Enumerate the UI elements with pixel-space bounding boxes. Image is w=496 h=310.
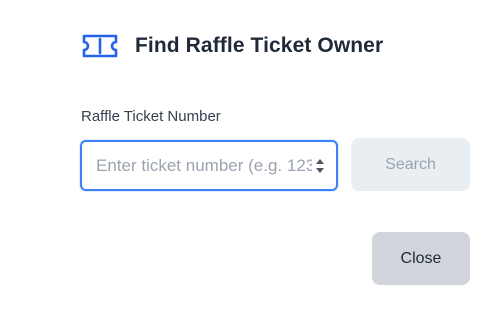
dialog-title: Find Raffle Ticket Owner: [135, 34, 384, 57]
ticket-number-field: [80, 140, 338, 191]
ticket-number-label: Raffle Ticket Number: [81, 108, 221, 125]
ticket-number-input[interactable]: [82, 142, 312, 189]
ticket-icon: [81, 33, 119, 59]
find-ticket-owner-dialog: Find Raffle Ticket Owner Raffle Ticket N…: [0, 0, 496, 310]
search-button[interactable]: Search: [351, 138, 470, 191]
stepper-down-icon[interactable]: [316, 167, 324, 173]
dialog-header: Find Raffle Ticket Owner: [81, 30, 383, 62]
number-stepper[interactable]: [312, 151, 328, 181]
close-button[interactable]: Close: [372, 232, 470, 285]
stepper-up-icon[interactable]: [316, 158, 324, 164]
